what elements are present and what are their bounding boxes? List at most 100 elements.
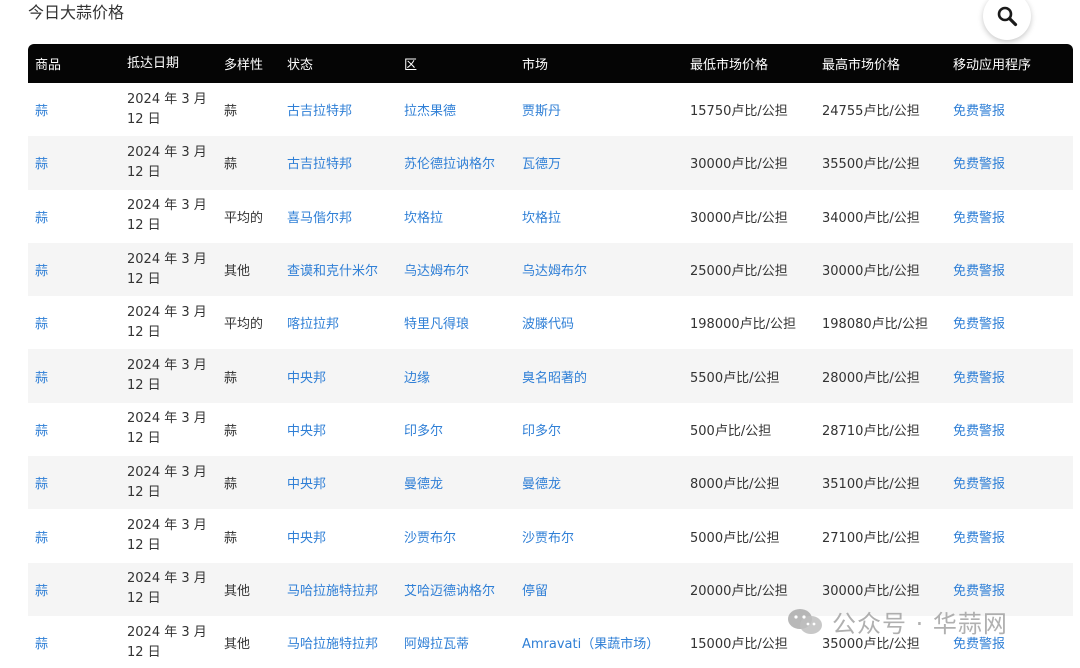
wechat-icon	[788, 608, 822, 634]
cell-arrival-date: 2024 年 3 月 12 日	[127, 518, 207, 554]
cell-market[interactable]: 波滕代码	[515, 313, 683, 332]
cell-free-alert-link[interactable]: 免费警报	[946, 367, 1073, 386]
table-row: 蒜 2024 年 3 月 12 日蒜中央邦 边缘 臭名昭著的 5500卢比/公担 2800…	[28, 349, 1073, 403]
header-max-price: 最高市场价格	[822, 58, 901, 73]
cell-commodity[interactable]: 蒜	[28, 473, 120, 492]
cell-commodity[interactable]: 蒜	[28, 420, 120, 439]
search-button[interactable]	[983, 0, 1031, 40]
cell-free-alert-link[interactable]: 免费警报	[946, 473, 1073, 492]
cell-max-price: 28710卢比/公担	[822, 423, 920, 439]
cell-state[interactable]: 查谟和克什米尔	[280, 260, 397, 279]
cell-arrival-date: 2024 年 3 月 12 日	[127, 198, 207, 234]
cell-state[interactable]: 中央邦	[280, 367, 397, 386]
cell-state[interactable]: 中央邦	[280, 420, 397, 439]
cell-state[interactable]: 古吉拉特邦	[280, 153, 397, 172]
cell-free-alert-link[interactable]: 免费警报	[946, 580, 1073, 599]
cell-district[interactable]: 艾哈迈德讷格尔	[397, 580, 515, 599]
cell-free-alert-link[interactable]: 免费警报	[946, 207, 1073, 226]
cell-district[interactable]: 拉杰果德	[397, 100, 515, 119]
cell-variety: 平均的	[224, 317, 264, 333]
price-table: 商品 抵达日期 多样性 状态 区 市场 最低市场价格 最高市场价格 移动应用程序…	[28, 44, 1073, 668]
cell-max-price: 24755卢比/公担	[822, 104, 920, 120]
cell-district[interactable]: 乌达姆布尔	[397, 260, 515, 279]
cell-arrival-date: 2024 年 3 月 12 日	[127, 464, 207, 500]
cell-commodity[interactable]: 蒜	[28, 207, 120, 226]
cell-min-price: 25000卢比/公担	[690, 264, 788, 280]
cell-max-price: 35100卢比/公担	[822, 477, 920, 493]
cell-min-price: 198000卢比/公担	[690, 317, 797, 333]
cell-arrival-date: 2024 年 3 月 12 日	[127, 251, 207, 287]
cell-min-price: 500卢比/公担	[690, 423, 772, 439]
cell-district[interactable]: 苏伦德拉讷格尔	[397, 153, 515, 172]
cell-state[interactable]: 喀拉拉邦	[280, 313, 397, 332]
cell-commodity[interactable]: 蒜	[28, 633, 120, 652]
header-min-price: 最低市场价格	[690, 58, 769, 73]
cell-state[interactable]: 喜马偕尔邦	[280, 207, 397, 226]
cell-min-price: 30000卢比/公担	[690, 157, 788, 173]
cell-state[interactable]: 中央邦	[280, 473, 397, 492]
cell-arrival-date: 2024 年 3 月 12 日	[127, 304, 207, 340]
cell-market[interactable]: 印多尔	[515, 420, 683, 439]
cell-max-price: 34000卢比/公担	[822, 210, 920, 226]
cell-variety: 其他	[224, 637, 251, 653]
table-row: 蒜 2024 年 3 月 12 日蒜古吉拉特邦 苏伦德拉讷格尔 瓦德万 30000卢比/…	[28, 136, 1073, 190]
cell-max-price: 198080卢比/公担	[822, 317, 929, 333]
cell-free-alert-link[interactable]: 免费警报	[946, 100, 1073, 119]
cell-district[interactable]: 坎格拉	[397, 207, 515, 226]
cell-district[interactable]: 边缘	[397, 367, 515, 386]
table-body: 蒜 2024 年 3 月 12 日蒜古吉拉特邦 拉杰果德 贾斯丹 15750卢比/公担 2…	[28, 83, 1073, 668]
header-state: 状态	[287, 58, 314, 73]
cell-free-alert-link[interactable]: 免费警报	[946, 527, 1073, 546]
cell-variety: 其他	[224, 583, 251, 599]
cell-market[interactable]: 乌达姆布尔	[515, 260, 683, 279]
cell-commodity[interactable]: 蒜	[28, 580, 120, 599]
header-variety: 多样性	[224, 58, 264, 73]
cell-variety: 蒜	[224, 104, 238, 120]
cell-state[interactable]: 马哈拉施特拉邦	[280, 633, 397, 652]
cell-min-price: 30000卢比/公担	[690, 210, 788, 226]
cell-free-alert-link[interactable]: 免费警报	[946, 420, 1073, 439]
watermark-text: 公众号 · 华蒜网	[832, 610, 1008, 638]
table-row: 蒜 2024 年 3 月 12 日蒜中央邦 沙贾布尔 沙贾布尔 5000卢比/公担 271…	[28, 509, 1073, 563]
cell-district[interactable]: 曼德龙	[397, 473, 515, 492]
cell-variety: 蒜	[224, 530, 238, 546]
cell-market[interactable]: 坎格拉	[515, 207, 683, 226]
cell-commodity[interactable]: 蒜	[28, 527, 120, 546]
cell-commodity[interactable]: 蒜	[28, 153, 120, 172]
cell-arrival-date: 2024 年 3 月 12 日	[127, 144, 207, 180]
cell-commodity[interactable]: 蒜	[28, 260, 120, 279]
cell-variety: 蒜	[224, 423, 238, 439]
table-row: 蒜 2024 年 3 月 12 日蒜中央邦 曼德龙 曼德龙 8000卢比/公担 35100…	[28, 456, 1073, 510]
cell-free-alert-link[interactable]: 免费警报	[946, 313, 1073, 332]
cell-arrival-date: 2024 年 3 月 12 日	[127, 411, 207, 447]
cell-variety: 蒜	[224, 370, 238, 386]
cell-max-price: 30000卢比/公担	[822, 583, 920, 599]
cell-district[interactable]: 沙贾布尔	[397, 527, 515, 546]
cell-min-price: 8000卢比/公担	[690, 477, 780, 493]
cell-commodity[interactable]: 蒜	[28, 100, 120, 119]
cell-arrival-date: 2024 年 3 月 12 日	[127, 624, 207, 660]
cell-commodity[interactable]: 蒜	[28, 313, 120, 332]
cell-district[interactable]: 印多尔	[397, 420, 515, 439]
cell-free-alert-link[interactable]: 免费警报	[946, 260, 1073, 279]
cell-district[interactable]: 特里凡得琅	[397, 313, 515, 332]
cell-market[interactable]: Amravati（果蔬市场）	[515, 633, 683, 652]
cell-free-alert-link[interactable]: 免费警报	[946, 153, 1073, 172]
cell-market[interactable]: 瓦德万	[515, 153, 683, 172]
page: 今日大蒜价格 商品 抵达日期 多样性 状态 区 市场 最低市场价格 最高市场价格…	[0, 0, 1080, 668]
cell-min-price: 15750卢比/公担	[690, 104, 788, 120]
cell-variety: 其他	[224, 264, 251, 280]
cell-market[interactable]: 沙贾布尔	[515, 527, 683, 546]
cell-state[interactable]: 古吉拉特邦	[280, 100, 397, 119]
cell-commodity[interactable]: 蒜	[28, 367, 120, 386]
cell-state[interactable]: 马哈拉施特拉邦	[280, 580, 397, 599]
header-arrival-date: 抵达日期	[127, 55, 180, 71]
cell-market[interactable]: 臭名昭著的	[515, 367, 683, 386]
table-row: 蒜 2024 年 3 月 12 日其他 查谟和克什米尔 乌达姆布尔 乌达姆布尔 25000…	[28, 242, 1073, 297]
cell-max-price: 35500卢比/公担	[822, 157, 920, 173]
cell-market[interactable]: 曼德龙	[515, 473, 683, 492]
cell-district[interactable]: 阿姆拉瓦蒂	[397, 633, 515, 652]
cell-state[interactable]: 中央邦	[280, 527, 397, 546]
cell-market[interactable]: 贾斯丹	[515, 100, 683, 119]
cell-market[interactable]: 停留	[515, 580, 683, 599]
